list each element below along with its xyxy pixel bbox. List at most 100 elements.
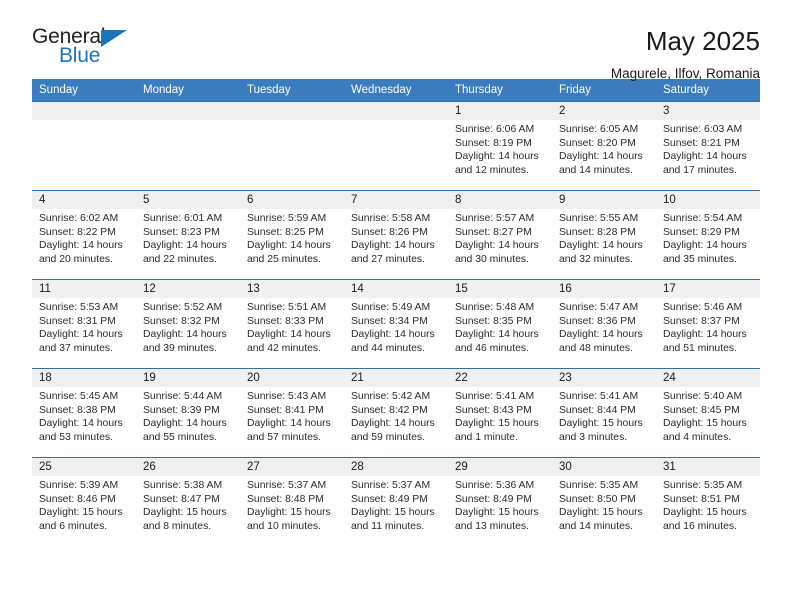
day-number: 7 [344,191,448,209]
daylight-duration-line-1: Daylight: 14 hours [39,240,123,252]
daylight-duration-line-1: Daylight: 14 hours [351,329,435,341]
sunset-time: Sunset: 8:31 PM [39,315,116,327]
calendar-day-cell[interactable]: 16 Sunrise: 5:47 AM Sunset: 8:36 PM Dayligh… [552,279,656,369]
calendar-day-cell[interactable]: 20 Sunrise: 5:43 AM Sunset: 8:41 PM Dayligh… [240,368,344,458]
day-details: Sunrise: 5:47 AM Sunset: 8:36 PM Daylight:… [552,298,656,355]
daylight-duration-line-2: and 8 minutes. [143,520,212,532]
day-number: 4 [32,191,136,209]
sunrise-time: Sunrise: 6:02 AM [39,213,119,224]
calendar-day-cell[interactable]: 25 Sunrise: 5:39 AM Sunset: 8:46 PM Dayligh… [32,457,136,547]
daylight-duration-line-2: and 55 minutes. [143,431,217,443]
daylight-duration-line-1: Daylight: 14 hours [559,329,643,341]
day-cell-inner: 4 Sunrise: 6:02 AM Sunset: 8:22 PM Daylight… [32,191,136,279]
calendar-day-cell[interactable]: 31 Sunrise: 5:35 AM Sunset: 8:51 PM Dayligh… [656,457,760,547]
day-number [136,102,240,120]
sunrise-time: Sunrise: 5:37 AM [247,480,327,491]
daylight-duration-line-2: and 57 minutes. [247,431,321,443]
day-details: Sunrise: 6:05 AM Sunset: 8:20 PM Daylight:… [552,120,656,177]
calendar-day-cell[interactable]: 21 Sunrise: 5:42 AM Sunset: 8:42 PM Dayligh… [344,368,448,458]
day-number: 29 [448,458,552,476]
calendar-day-cell[interactable]: 4 Sunrise: 6:02 AM Sunset: 8:22 PM Daylight… [32,190,136,280]
day-details: Sunrise: 6:03 AM Sunset: 8:21 PM Daylight:… [656,120,760,177]
general-blue-logo[interactable]: General Blue [32,26,144,72]
calendar-page: General Blue May 2025 Magurele, Ilfov, R… [0,0,792,612]
sunset-time: Sunset: 8:39 PM [143,404,220,416]
calendar-day-cell[interactable]: 11 Sunrise: 5:53 AM Sunset: 8:31 PM Dayligh… [32,279,136,369]
calendar-day-cell[interactable]: 1 Sunrise: 6:06 AM Sunset: 8:19 PM Daylight… [448,101,552,191]
calendar-day-cell[interactable]: 5 Sunrise: 6:01 AM Sunset: 8:23 PM Daylight… [136,190,240,280]
day-cell-inner: 9 Sunrise: 5:55 AM Sunset: 8:28 PM Daylight… [552,191,656,279]
sunrise-time: Sunrise: 5:54 AM [663,213,743,224]
day-cell-inner: 12 Sunrise: 5:52 AM Sunset: 8:32 PM Dayligh… [136,280,240,368]
calendar-day-cell[interactable]: 9 Sunrise: 5:55 AM Sunset: 8:28 PM Daylight… [552,190,656,280]
calendar-day-cell-empty [344,101,448,191]
calendar-day-cell[interactable]: 29 Sunrise: 5:36 AM Sunset: 8:49 PM Dayligh… [448,457,552,547]
daylight-duration-line-2: and 16 minutes. [663,520,737,532]
calendar-day-cell[interactable]: 17 Sunrise: 5:46 AM Sunset: 8:37 PM Dayligh… [656,279,760,369]
calendar-day-cell[interactable]: 26 Sunrise: 5:38 AM Sunset: 8:47 PM Dayligh… [136,457,240,547]
sunrise-time: Sunrise: 5:35 AM [559,480,639,491]
day-cell-inner: 25 Sunrise: 5:39 AM Sunset: 8:46 PM Dayligh… [32,458,136,547]
day-details: Sunrise: 6:01 AM Sunset: 8:23 PM Daylight:… [136,209,240,266]
day-details: Sunrise: 5:42 AM Sunset: 8:42 PM Daylight:… [344,387,448,444]
sunrise-time: Sunrise: 5:49 AM [351,302,431,313]
calendar-day-cell[interactable]: 6 Sunrise: 5:59 AM Sunset: 8:25 PM Daylight… [240,190,344,280]
day-details: Sunrise: 5:35 AM Sunset: 8:51 PM Daylight:… [656,476,760,533]
sunset-time: Sunset: 8:25 PM [247,226,324,238]
day-details: Sunrise: 5:57 AM Sunset: 8:27 PM Daylight:… [448,209,552,266]
calendar-day-cell[interactable]: 19 Sunrise: 5:44 AM Sunset: 8:39 PM Dayligh… [136,368,240,458]
sunset-time: Sunset: 8:29 PM [663,226,740,238]
day-details: Sunrise: 5:37 AM Sunset: 8:48 PM Daylight:… [240,476,344,533]
calendar-day-cell[interactable]: 22 Sunrise: 5:41 AM Sunset: 8:43 PM Dayligh… [448,368,552,458]
day-cell-inner: 14 Sunrise: 5:49 AM Sunset: 8:34 PM Dayligh… [344,280,448,368]
day-number: 9 [552,191,656,209]
calendar-day-cell[interactable]: 10 Sunrise: 5:54 AM Sunset: 8:29 PM Dayligh… [656,190,760,280]
sunset-time: Sunset: 8:34 PM [351,315,428,327]
sunset-time: Sunset: 8:19 PM [455,137,532,149]
day-cell-inner: 22 Sunrise: 5:41 AM Sunset: 8:43 PM Dayligh… [448,369,552,457]
day-cell-inner: 23 Sunrise: 5:41 AM Sunset: 8:44 PM Dayligh… [552,369,656,457]
calendar-day-cell[interactable]: 23 Sunrise: 5:41 AM Sunset: 8:44 PM Dayligh… [552,368,656,458]
calendar-day-cell[interactable]: 7 Sunrise: 5:58 AM Sunset: 8:26 PM Daylight… [344,190,448,280]
daylight-duration-line-2: and 22 minutes. [143,253,217,265]
sunset-time: Sunset: 8:21 PM [663,137,740,149]
daylight-duration-line-1: Daylight: 15 hours [663,507,747,519]
daylight-duration-line-1: Daylight: 15 hours [247,507,331,519]
calendar-day-cell[interactable]: 3 Sunrise: 6:03 AM Sunset: 8:21 PM Daylight… [656,101,760,191]
sunset-time: Sunset: 8:28 PM [559,226,636,238]
sunset-time: Sunset: 8:49 PM [351,493,428,505]
calendar-day-cell[interactable]: 2 Sunrise: 6:05 AM Sunset: 8:20 PM Daylight… [552,101,656,191]
daylight-duration-line-2: and 20 minutes. [39,253,113,265]
sunset-time: Sunset: 8:35 PM [455,315,532,327]
day-cell-inner: 20 Sunrise: 5:43 AM Sunset: 8:41 PM Dayligh… [240,369,344,457]
day-number: 5 [136,191,240,209]
calendar-day-cell-empty [136,101,240,191]
day-number [32,102,136,120]
calendar-day-cell[interactable]: 15 Sunrise: 5:48 AM Sunset: 8:35 PM Dayligh… [448,279,552,369]
calendar-day-cell[interactable]: 27 Sunrise: 5:37 AM Sunset: 8:48 PM Dayligh… [240,457,344,547]
calendar-day-cell[interactable]: 30 Sunrise: 5:35 AM Sunset: 8:50 PM Dayligh… [552,457,656,547]
day-number: 2 [552,102,656,120]
sunset-time: Sunset: 8:32 PM [143,315,220,327]
calendar-day-cell[interactable]: 12 Sunrise: 5:52 AM Sunset: 8:32 PM Dayligh… [136,279,240,369]
day-cell-inner: 29 Sunrise: 5:36 AM Sunset: 8:49 PM Dayligh… [448,458,552,547]
day-details: Sunrise: 5:43 AM Sunset: 8:41 PM Daylight:… [240,387,344,444]
sunrise-time: Sunrise: 5:46 AM [663,302,743,313]
calendar-day-cell-empty [240,101,344,191]
sunset-time: Sunset: 8:47 PM [143,493,220,505]
calendar-day-cell[interactable]: 18 Sunrise: 5:45 AM Sunset: 8:38 PM Dayligh… [32,368,136,458]
calendar-day-cell[interactable]: 24 Sunrise: 5:40 AM Sunset: 8:45 PM Dayligh… [656,368,760,458]
sunrise-time: Sunrise: 5:43 AM [247,391,327,402]
daylight-duration-line-1: Daylight: 15 hours [663,418,747,430]
day-cell-inner: 13 Sunrise: 5:51 AM Sunset: 8:33 PM Dayligh… [240,280,344,368]
calendar-day-cell[interactable]: 13 Sunrise: 5:51 AM Sunset: 8:33 PM Dayligh… [240,279,344,369]
day-details: Sunrise: 5:54 AM Sunset: 8:29 PM Daylight:… [656,209,760,266]
calendar-day-cell[interactable]: 8 Sunrise: 5:57 AM Sunset: 8:27 PM Daylight… [448,190,552,280]
daylight-duration-line-2: and 12 minutes. [455,164,529,176]
calendar-day-cell[interactable]: 14 Sunrise: 5:49 AM Sunset: 8:34 PM Dayligh… [344,279,448,369]
day-details: Sunrise: 5:51 AM Sunset: 8:33 PM Daylight:… [240,298,344,355]
sunset-time: Sunset: 8:37 PM [663,315,740,327]
calendar-day-cell[interactable]: 28 Sunrise: 5:37 AM Sunset: 8:49 PM Dayligh… [344,457,448,547]
daylight-duration-line-2: and 17 minutes. [663,164,737,176]
sunrise-time: Sunrise: 5:35 AM [663,480,743,491]
